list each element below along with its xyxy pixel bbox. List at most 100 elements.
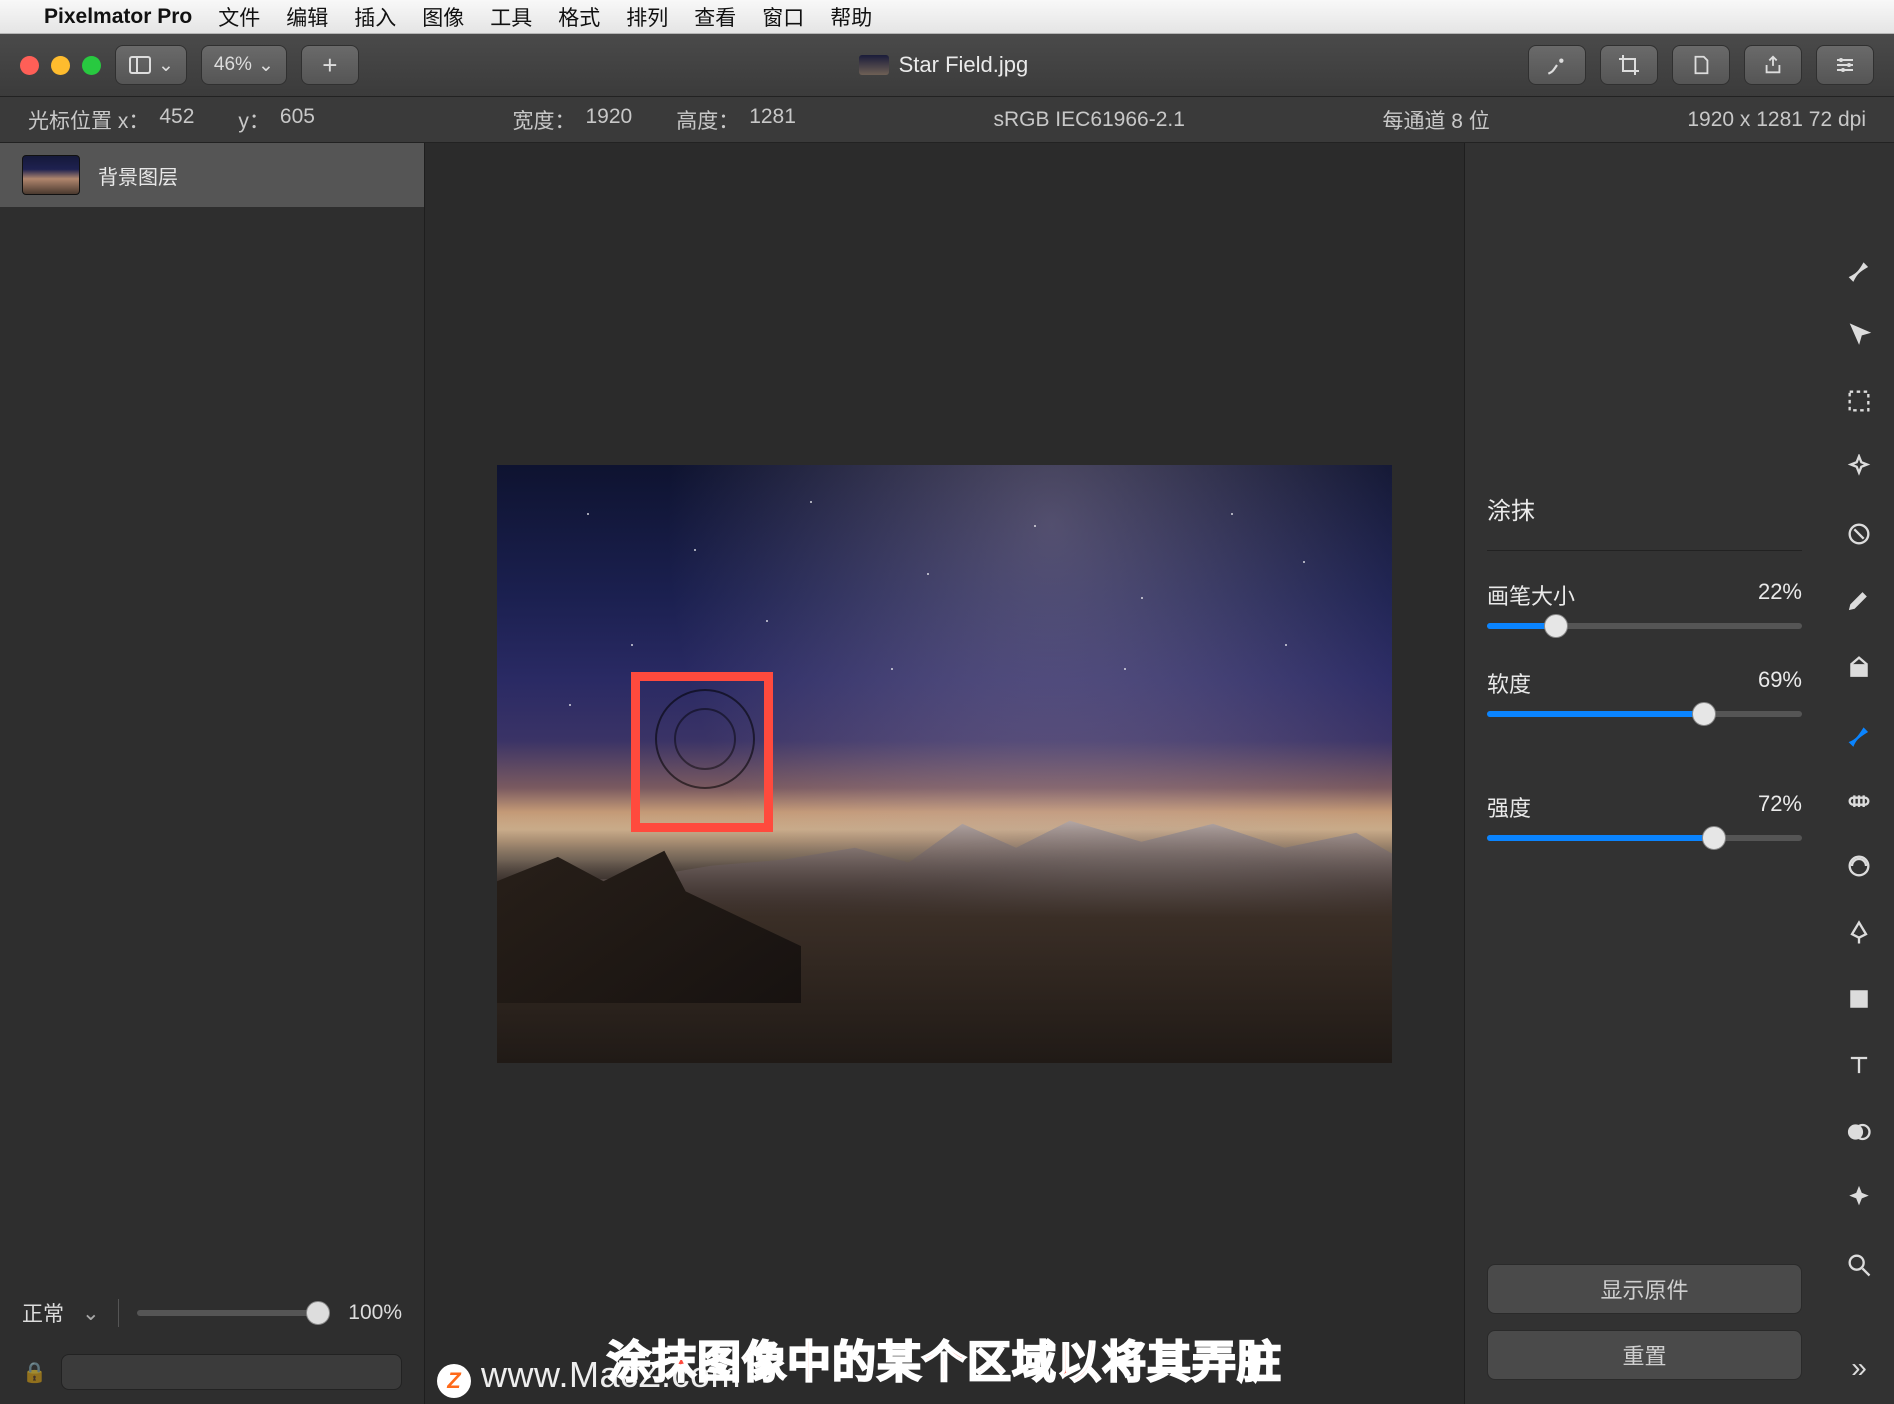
- app-name[interactable]: Pixelmator Pro: [44, 5, 192, 29]
- fill-tool-icon[interactable]: [1842, 652, 1876, 682]
- menu-format[interactable]: 格式: [558, 2, 600, 32]
- repair-tool-icon[interactable]: [1842, 785, 1876, 815]
- blend-mode-select[interactable]: 正常: [22, 1298, 64, 1328]
- brush-size-slider[interactable]: [1487, 623, 1802, 629]
- softness-slider[interactable]: [1487, 711, 1802, 717]
- sidebar-toggle-button[interactable]: ⌄: [115, 45, 187, 85]
- menu-edit[interactable]: 编辑: [286, 2, 328, 32]
- zoom-level-label: 46%: [214, 54, 252, 76]
- share-button[interactable]: [1744, 45, 1802, 85]
- zoom-tool-icon[interactable]: [1842, 1250, 1876, 1280]
- layers-search-input[interactable]: [61, 1354, 402, 1390]
- width-value: 1920: [585, 105, 632, 135]
- wand-icon: [1544, 52, 1570, 78]
- height-value: 1281: [749, 105, 796, 135]
- chevron-down-icon: ⌄: [158, 54, 174, 77]
- close-window-button[interactable]: [20, 56, 39, 75]
- effects-tool-icon[interactable]: [1842, 1183, 1876, 1213]
- layers-search-row: 🔒: [0, 1344, 424, 1404]
- zoom-window-button[interactable]: [82, 56, 101, 75]
- brush-size-value: 22%: [1758, 579, 1802, 611]
- doc-dims-dpi: 1920 x 1281 72 dpi: [1687, 108, 1866, 132]
- cursor-x-value: 452: [159, 105, 194, 135]
- magic-select-tool-icon[interactable]: [1842, 452, 1876, 482]
- width-label: 宽度：: [512, 105, 575, 135]
- type-tool-icon[interactable]: [1842, 1050, 1876, 1080]
- settings-button[interactable]: [1816, 45, 1874, 85]
- crop-icon: [1617, 53, 1641, 77]
- add-button[interactable]: +: [301, 45, 359, 85]
- show-original-button[interactable]: 显示原件: [1487, 1264, 1802, 1314]
- color-tool-icon[interactable]: [1842, 519, 1876, 549]
- divider: [1487, 550, 1802, 551]
- crop-button[interactable]: [1600, 45, 1658, 85]
- sidebar-icon: [128, 53, 152, 77]
- height-label: 高度：: [676, 105, 739, 135]
- page-icon: [1690, 53, 1712, 77]
- bit-depth: 每通道 8 位: [1382, 105, 1489, 135]
- more-tools-button[interactable]: »: [1851, 1352, 1867, 1384]
- color-adjustments-button[interactable]: [1528, 45, 1586, 85]
- strength-label: 强度: [1487, 791, 1531, 823]
- share-icon: [1762, 53, 1784, 77]
- menu-insert[interactable]: 插入: [354, 2, 396, 32]
- layer-opacity-value: 100%: [348, 1301, 402, 1325]
- arrange-tool-icon[interactable]: [1842, 319, 1876, 349]
- inspector-panel: 涂抹 画笔大小 22% 软度 69%: [1464, 143, 1894, 1404]
- menu-tools[interactable]: 工具: [490, 2, 532, 32]
- blend-chevron-icon[interactable]: ⌄: [82, 1301, 100, 1326]
- document-title-area: Star Field.jpg: [373, 52, 1514, 78]
- prop-softness: 软度 69%: [1487, 667, 1802, 717]
- menu-image[interactable]: 图像: [422, 2, 464, 32]
- reset-button[interactable]: 重置: [1487, 1330, 1802, 1380]
- pen-tool-icon[interactable]: [1842, 917, 1876, 947]
- prop-strength: 强度 72%: [1487, 791, 1802, 841]
- layer-opacity-slider[interactable]: [137, 1310, 331, 1316]
- softness-label: 软度: [1487, 667, 1531, 699]
- shape-tool-icon[interactable]: [1842, 984, 1876, 1014]
- minimize-window-button[interactable]: [51, 56, 70, 75]
- brush-size-label: 画笔大小: [1487, 579, 1575, 611]
- toolbar: ⌄ 46% ⌄ + Star Field.jpg: [0, 34, 1894, 97]
- menu-window[interactable]: 窗口: [762, 2, 804, 32]
- lock-icon[interactable]: 🔒: [22, 1360, 47, 1385]
- layers-footer: 正常 ⌄ 100%: [0, 1282, 424, 1344]
- layer-name: 背景图层: [98, 161, 178, 190]
- strength-slider[interactable]: [1487, 835, 1802, 841]
- menu-arrange[interactable]: 排列: [626, 2, 668, 32]
- layers-panel: 背景图层 正常 ⌄ 100% 🔒: [0, 143, 425, 1404]
- watermark-badge-icon: Z: [437, 1364, 471, 1398]
- strength-value: 72%: [1758, 791, 1802, 823]
- style-tool-icon[interactable]: [1842, 253, 1876, 283]
- cursor-y-value: 605: [280, 105, 315, 135]
- sliders-icon: [1833, 53, 1857, 77]
- retouch-tool-icon[interactable]: [1842, 718, 1876, 748]
- color-profile: sRGB IEC61966-2.1: [993, 108, 1184, 132]
- menu-help[interactable]: 帮助: [830, 2, 872, 32]
- paint-tool-icon[interactable]: [1842, 585, 1876, 615]
- prop-brush-size: 画笔大小 22%: [1487, 579, 1802, 629]
- system-menubar: Pixelmator Pro 文件 编辑 插入 图像 工具 格式 排列 查看 窗…: [0, 0, 1894, 34]
- cursor-x-label: 光标位置 x：: [28, 105, 149, 135]
- color-picker-tool-icon[interactable]: [1842, 1117, 1876, 1147]
- menu-file[interactable]: 文件: [218, 2, 260, 32]
- zoom-level-button[interactable]: 46% ⌄: [201, 45, 287, 85]
- watermark-text: www.MacZ.com: [481, 1354, 741, 1396]
- menu-view[interactable]: 查看: [694, 2, 736, 32]
- cursor-y-label: y：: [238, 105, 270, 135]
- document-canvas[interactable]: [497, 465, 1392, 1063]
- window-controls: [20, 56, 101, 75]
- distort-tool-icon[interactable]: [1842, 851, 1876, 881]
- document-thumb-icon: [859, 55, 889, 75]
- cursor-position: 光标位置 x： 452 y： 605: [28, 105, 315, 135]
- selection-tool-icon[interactable]: [1842, 386, 1876, 416]
- layer-thumbnail-icon: [22, 155, 80, 195]
- canvas-area[interactable]: 涂抹图像中的某个区域以将其弄脏 Z www.MacZ.com: [425, 143, 1464, 1404]
- divider: [118, 1299, 119, 1327]
- layer-row[interactable]: 背景图层: [0, 143, 424, 207]
- image-dimensions: 宽度： 1920 高度： 1281: [512, 105, 795, 135]
- document-title: Star Field.jpg: [899, 52, 1029, 78]
- softness-value: 69%: [1758, 667, 1802, 699]
- tool-rail: »: [1824, 143, 1894, 1404]
- export-copy-button[interactable]: [1672, 45, 1730, 85]
